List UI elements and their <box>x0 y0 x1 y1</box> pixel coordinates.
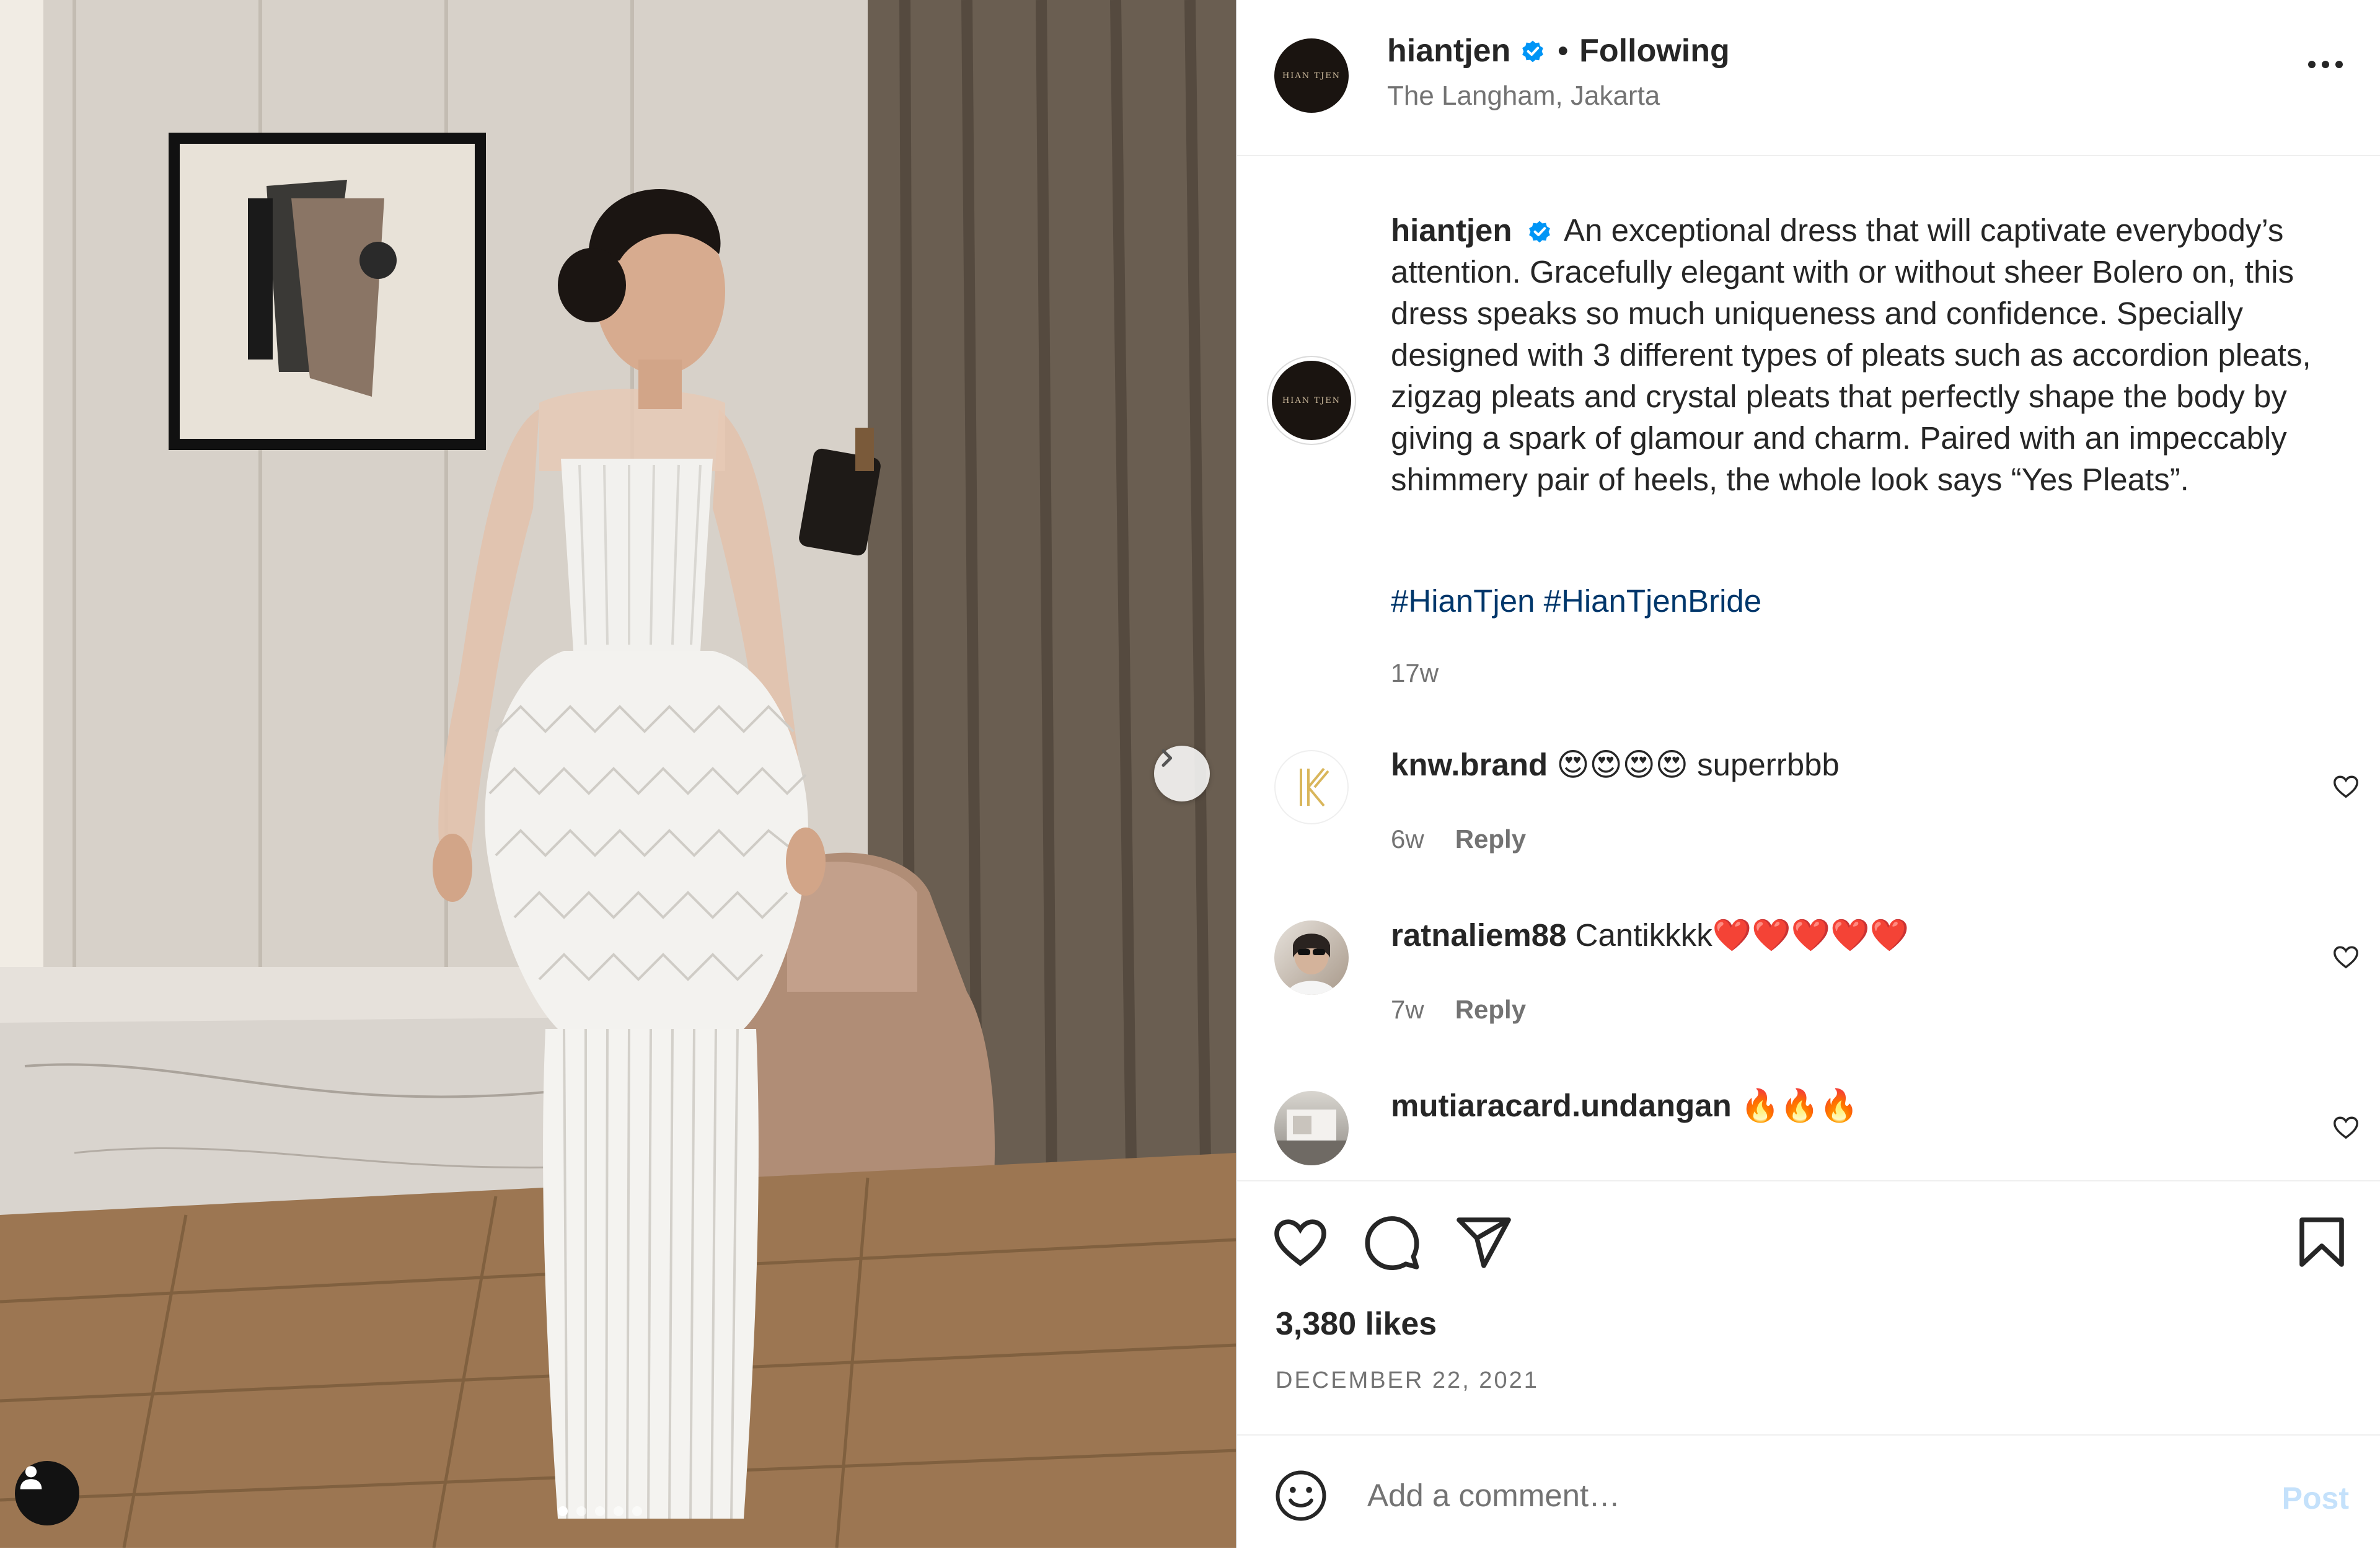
avatar-monogram: HIAN TJEN <box>1282 71 1341 81</box>
following-button[interactable]: Following <box>1579 32 1730 69</box>
comment-bubble-icon[interactable] <box>1362 1212 1422 1272</box>
comment-item: mutiaracard.undangan 🔥🔥🔥 <box>1237 1088 2380 1180</box>
caption-text: An exceptional dress that will captivate… <box>1391 213 2311 497</box>
caption-username[interactable]: hiantjen <box>1391 213 1512 248</box>
commenter-username[interactable]: mutiaracard.undangan <box>1391 1088 1732 1123</box>
paper-plane-icon[interactable] <box>1454 1212 1514 1272</box>
reply-button[interactable]: Reply <box>1455 824 1526 854</box>
like-count[interactable]: 3,380 likes <box>1276 1305 1437 1343</box>
separator-dot: • <box>1558 34 1569 68</box>
comment-text-row: ratnaliem88 Cantikkkk❤️❤️❤️❤️❤️ <box>1391 917 1909 954</box>
chevron-right-icon <box>1161 749 1173 767</box>
heart-icon[interactable] <box>1271 1212 1330 1272</box>
photo-illustration <box>0 0 1236 1548</box>
profile-photo <box>1274 1110 1349 1165</box>
author-avatar[interactable]: HIAN TJEN <box>1274 38 1349 113</box>
comments-section[interactable]: HIAN TJEN hiantjen An exceptional dress … <box>1237 156 2380 1180</box>
comment-text-row: mutiaracard.undangan 🔥🔥🔥 <box>1391 1087 1858 1124</box>
carousel-indicator <box>558 1506 642 1516</box>
commenter-avatar[interactable] <box>1274 750 1349 824</box>
more-options-icon[interactable] <box>2308 61 2343 68</box>
carousel-dot <box>558 1506 568 1516</box>
author-row: hiantjen • Following <box>1387 32 1730 69</box>
carousel-dot <box>595 1506 605 1516</box>
comment-age[interactable]: 7w <box>1391 995 1424 1025</box>
caption-author-avatar[interactable]: HIAN TJEN <box>1272 361 1351 440</box>
smiley-icon[interactable] <box>1273 1468 1329 1524</box>
post-actions-section: 3,380 likes DECEMBER 22, 2021 Post <box>1237 1180 2380 1548</box>
heart-icon[interactable] <box>2332 943 2360 971</box>
post-date[interactable]: DECEMBER 22, 2021 <box>1276 1367 1539 1394</box>
comment-text: 😍😍😍😍 superrbbb <box>1556 747 1840 782</box>
profile-photo <box>1287 933 1336 995</box>
post-comment-button[interactable]: Post <box>2282 1480 2349 1516</box>
post-caption: hiantjen An exceptional dress that will … <box>1391 210 2358 500</box>
caption-hashtags: #HianTjen #HianTjenBride <box>1391 583 1761 619</box>
tagged-users-button[interactable] <box>15 1461 79 1525</box>
carousel-dot <box>632 1506 642 1516</box>
post-photo <box>0 0 1236 1548</box>
commenter-avatar[interactable] <box>1274 920 1349 995</box>
hashtag-link[interactable]: #HianTjen <box>1391 583 1535 619</box>
comment-text: Cantikkkk❤️❤️❤️❤️❤️ <box>1575 917 1910 953</box>
commenter-avatar[interactable] <box>1274 1091 1349 1165</box>
k-logo-icon <box>1300 767 1329 807</box>
carousel-dot <box>576 1506 586 1516</box>
comment-item: knw.brand 😍😍😍😍 superrbbb 6w Reply <box>1237 747 2380 905</box>
user-tag-icon <box>20 1466 42 1489</box>
caption-timestamp[interactable]: 17w <box>1391 658 1439 688</box>
heart-icon[interactable] <box>2332 1113 2360 1142</box>
avatar-monogram: HIAN TJEN <box>1282 395 1341 405</box>
post-details-panel: HIAN TJEN hiantjen • Following The Langh… <box>1236 0 2380 1548</box>
commenter-username[interactable]: ratnaliem88 <box>1391 917 1567 953</box>
post-header: HIAN TJEN hiantjen • Following The Langh… <box>1237 0 2380 156</box>
comment-age[interactable]: 6w <box>1391 824 1424 854</box>
comment-meta: 6w Reply <box>1391 824 1526 854</box>
location-link[interactable]: The Langham, Jakarta <box>1387 81 1660 112</box>
comment-item: ratnaliem88 Cantikkkk❤️❤️❤️❤️❤️ 7w Reply <box>1237 917 2380 1075</box>
carousel-dot <box>614 1506 624 1516</box>
bookmark-icon[interactable] <box>2292 1212 2351 1272</box>
reply-button[interactable]: Reply <box>1455 995 1526 1025</box>
commenter-username[interactable]: knw.brand <box>1391 747 1548 782</box>
hashtag-link[interactable]: #HianTjenBride <box>1544 583 1762 619</box>
comment-text: 🔥🔥🔥 <box>1740 1088 1859 1123</box>
comment-meta: 7w Reply <box>1391 995 1526 1025</box>
verified-badge-icon <box>1528 221 1550 243</box>
comment-text-row: knw.brand 😍😍😍😍 superrbbb <box>1391 746 1840 783</box>
comment-input[interactable] <box>1366 1467 2174 1524</box>
comment-composer: Post <box>1237 1434 2380 1549</box>
heart-icon[interactable] <box>2332 772 2360 801</box>
verified-badge-icon <box>1522 40 1544 63</box>
author-username[interactable]: hiantjen <box>1387 32 1510 69</box>
carousel-next-button[interactable] <box>1154 746 1210 801</box>
